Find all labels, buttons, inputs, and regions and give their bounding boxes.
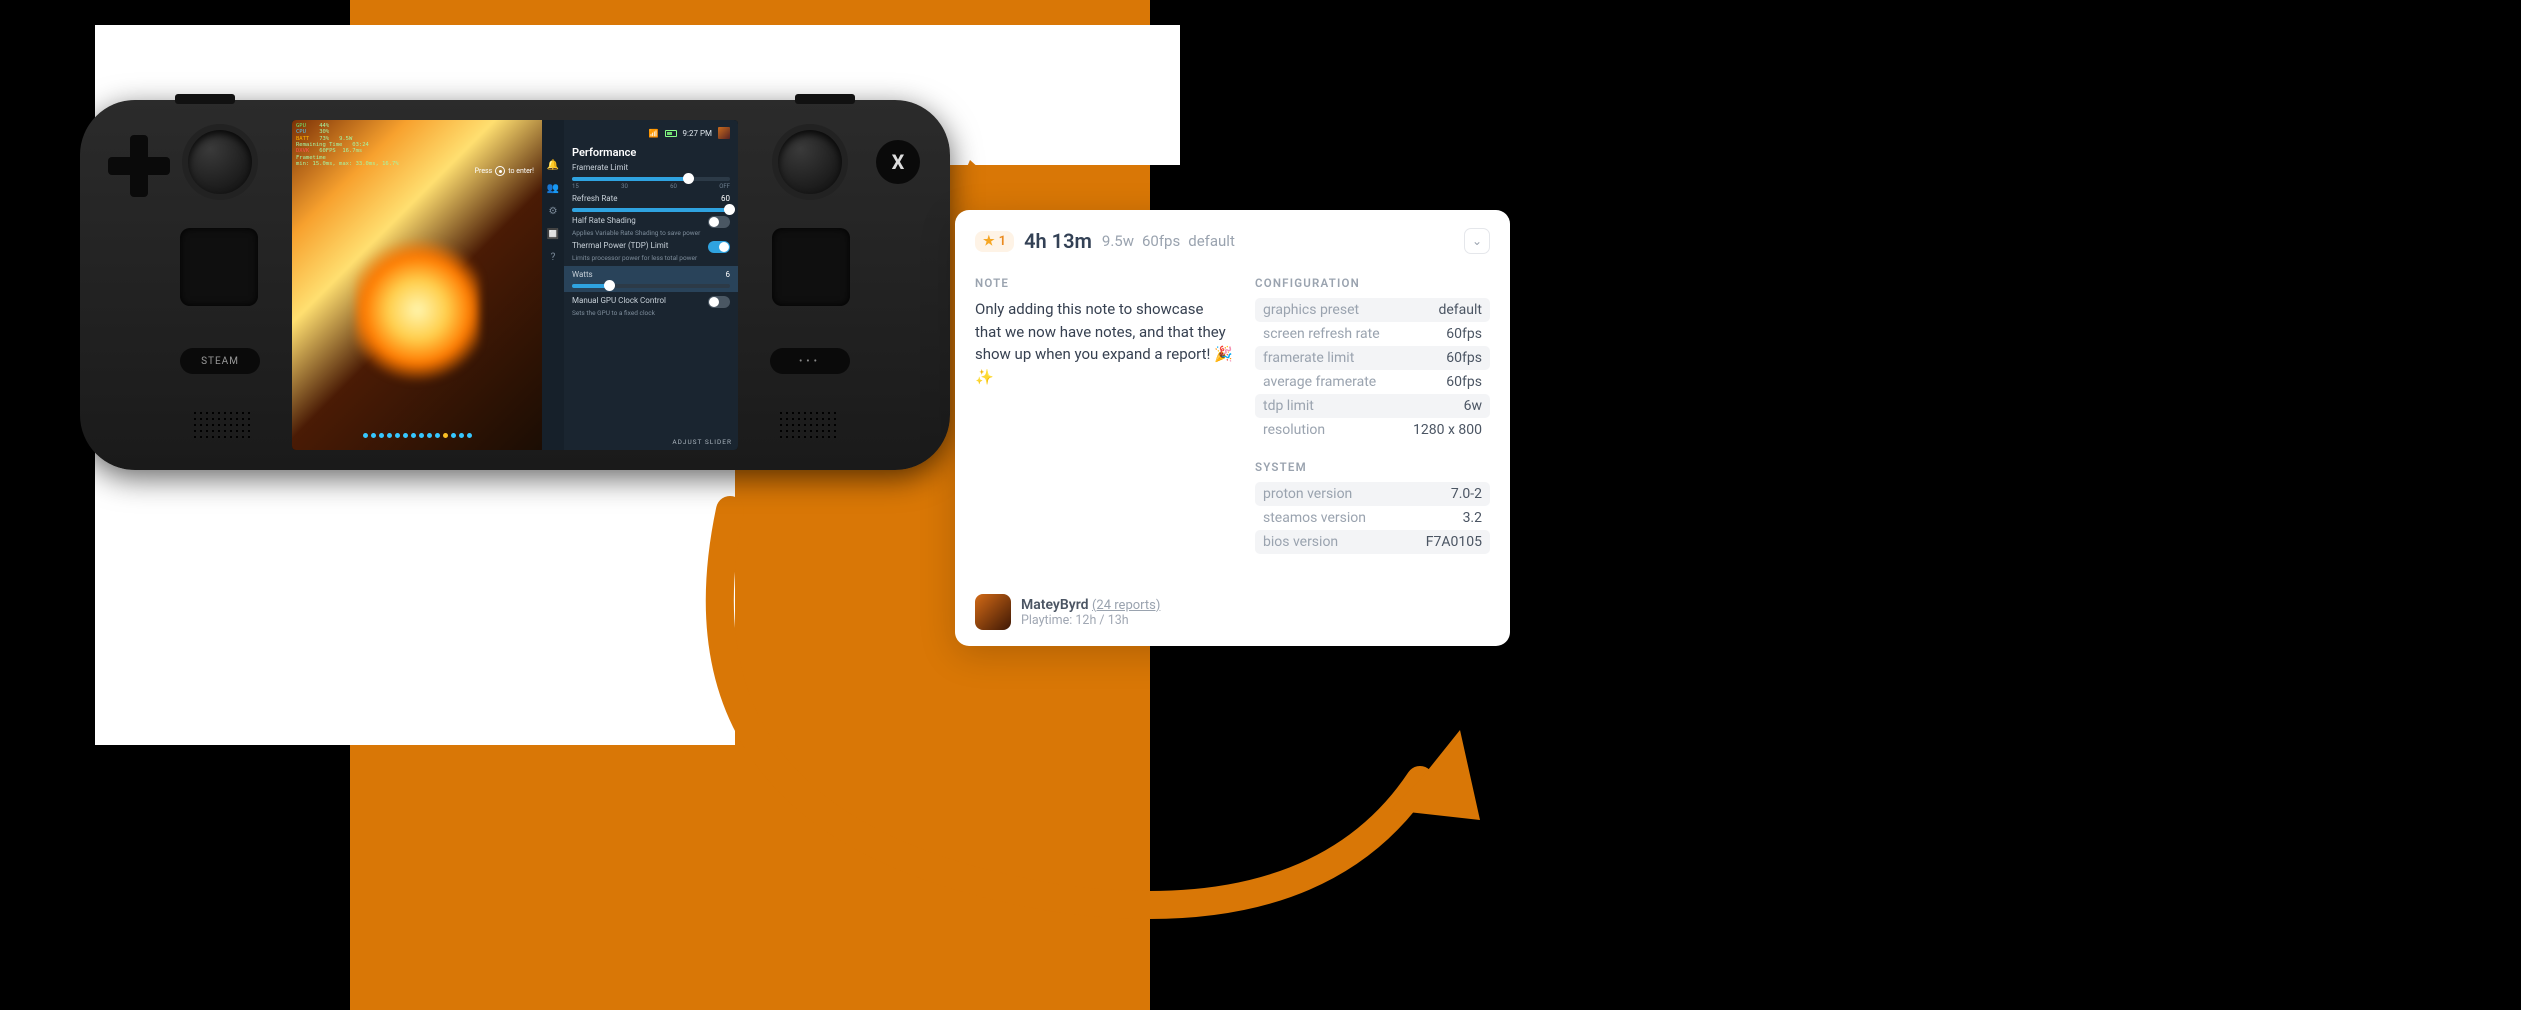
user-reports-link[interactable]: (24 reports) [1092,598,1160,613]
device-screen: GPU 44% CPU 30% BATT 73% 9.5W Remaining … [292,120,738,450]
gpu-clock-row[interactable]: Manual GPU Clock Control Sets the GPU to… [572,296,730,317]
game-viewport: GPU 44% CPU 30% BATT 73% 9.5W Remaining … [292,120,542,450]
system-key: bios version [1263,534,1338,550]
system-key: steamos version [1263,510,1366,526]
system-key: proton version [1263,486,1352,502]
dpad[interactable] [108,135,170,197]
game-prompt: Pressto enter! [475,166,534,176]
right-stick[interactable] [778,130,842,194]
config-key: average framerate [1263,374,1376,390]
meta-preset: default [1188,232,1235,250]
half-rate-shading-row[interactable]: Half Rate Shading Applies Variable Rate … [572,216,730,237]
config-row: screen refresh rate 60fps [1255,322,1490,346]
config-value: 60fps [1446,374,1482,390]
config-heading: CONFIGURATION [1255,276,1490,290]
friends-icon[interactable]: 👥 [547,183,559,194]
config-row: framerate limit 60fps [1255,346,1490,370]
gear-icon[interactable]: ⚙ [549,206,558,217]
config-value: 1280 x 800 [1413,422,1482,438]
config-value: 60fps [1446,326,1482,342]
bell-icon[interactable]: 🔔 [547,160,559,171]
steam-button[interactable]: STEAM [180,348,260,374]
wifi-icon: 📶 [649,129,659,138]
system-row: steamos version 3.2 [1255,506,1490,530]
hrs-toggle[interactable] [708,216,730,228]
left-touchpad[interactable] [180,228,258,306]
config-value: 6w [1464,398,1482,414]
star-badge: ★ 1 [975,231,1014,252]
avatar[interactable] [718,127,730,139]
config-key: graphics preset [1263,302,1359,318]
performance-osd: GPU 44% CPU 30% BATT 73% 9.5W Remaining … [296,123,399,167]
dots-bar [292,430,542,440]
battery-icon[interactable]: 🔲 [547,229,559,240]
config-key: tdp limit [1263,398,1314,414]
meta-fps: 60fps [1142,232,1180,250]
watts-row[interactable]: Watts6 [564,266,738,292]
quick-access-menu: 🔔 👥 ⚙ 🔲 ? 📶 9:27 PM Performance Framerat… [542,120,738,450]
battery-life-value: 4h 13m [1024,229,1092,253]
system-value: F7A0105 [1426,534,1482,550]
steam-deck-device: X STEAM ••• GPU 44% CPU 30% BATT 73% 9.5… [80,100,950,470]
system-value: 3.2 [1463,510,1482,526]
framerate-limit-row[interactable]: Framerate Limit 15 30 60 OFF [572,163,730,190]
qam-footer-hint: ADJUST SLIDER [672,438,732,446]
framerate-slider[interactable] [572,177,730,181]
config-key: framerate limit [1263,350,1354,366]
battery-status-icon [665,130,677,137]
user-playtime: Playtime: 12h / 13h [1021,613,1160,628]
right-touchpad[interactable] [772,228,850,306]
status-bar: 📶 9:27 PM [572,124,730,142]
qam-title: Performance [572,146,730,159]
refresh-slider[interactable] [572,208,730,212]
system-row: proton version 7.0-2 [1255,482,1490,506]
config-key: resolution [1263,422,1325,438]
user-avatar[interactable] [975,594,1011,630]
refresh-rate-row[interactable]: Refresh Rate60 [572,194,730,212]
config-row: tdp limit 6w [1255,394,1490,418]
expand-button[interactable]: ⌄ [1464,228,1490,254]
system-heading: SYSTEM [1255,460,1490,474]
quick-menu-button[interactable]: ••• [770,348,850,374]
config-value: default [1438,302,1482,318]
watts-slider[interactable] [572,284,730,288]
config-row: resolution 1280 x 800 [1255,418,1490,442]
config-value: 60fps [1446,350,1482,366]
note-text: Only adding this note to showcase that w… [975,298,1233,388]
help-icon[interactable]: ? [551,252,556,263]
system-row: bios version F7A0105 [1255,530,1490,554]
note-heading: NOTE [975,276,1233,290]
left-stick[interactable] [188,130,252,194]
config-row: average framerate 60fps [1255,370,1490,394]
star-icon: ★ [983,234,995,249]
qam-sidebar: 🔔 👥 ⚙ 🔲 ? [542,120,564,450]
system-value: 7.0-2 [1451,486,1482,502]
config-key: screen refresh rate [1263,326,1380,342]
config-row: graphics preset default [1255,298,1490,322]
chevron-down-icon: ⌄ [1472,234,1482,248]
meta-watts: 9.5w [1102,232,1134,250]
user-name: MateyByrd [1021,597,1089,613]
tdp-toggle[interactable] [708,241,730,253]
gpu-toggle[interactable] [708,296,730,308]
x-button[interactable]: X [876,140,920,184]
clock: 9:27 PM [683,129,712,138]
report-card: ★ 1 4h 13m 9.5w 60fps default ⌄ NOTE Onl… [955,210,1510,646]
tdp-row[interactable]: Thermal Power (TDP) Limit Limits process… [572,241,730,262]
